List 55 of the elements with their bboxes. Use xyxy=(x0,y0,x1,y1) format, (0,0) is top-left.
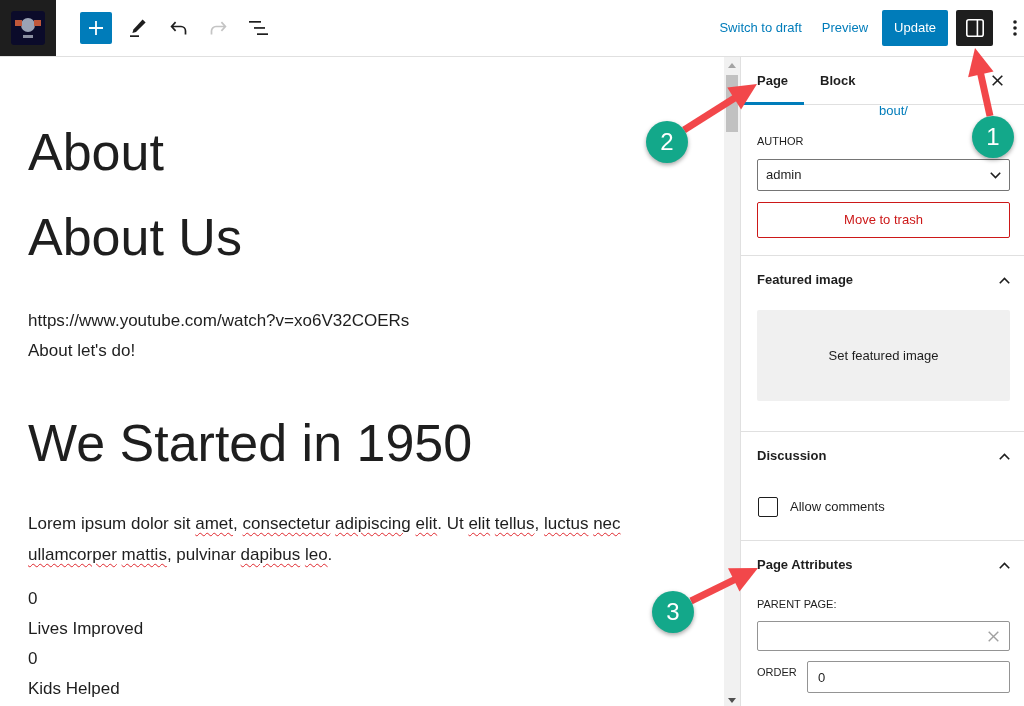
sidebar-tab[interactable]: Page xyxy=(741,57,805,105)
parent-page-label: PARENT PAGE: xyxy=(757,598,837,611)
paragraph: Lorem ipsum dolor sit amet, consectetur adipiscing elit. Ut elit tellus, luctus nec ullamcorper mattis, pulvinar dapibus leo. xyxy=(28,513,622,566)
set-featured-image-button[interactable]: Set featured image xyxy=(757,310,1010,401)
text-line: About let's do! xyxy=(28,340,136,362)
switch-to-draft-button[interactable]: Switch to draft xyxy=(709,10,812,46)
panel-toggle[interactable]: Discussion xyxy=(741,432,1024,480)
text-line: 0 xyxy=(28,588,38,610)
step-number-badge: 3 xyxy=(652,591,694,633)
order-input[interactable]: 0 xyxy=(807,661,1010,693)
text-line: https://www.youtube.com/watch?v=xo6V32COERs xyxy=(28,310,410,332)
update-button[interactable]: Update xyxy=(882,10,948,46)
allow-comments-label[interactable]: Allow comments xyxy=(790,497,885,517)
callout-arrow xyxy=(968,48,994,117)
step-number-badge: 1 xyxy=(972,116,1014,158)
panel-toggle[interactable]: Featured image xyxy=(741,256,1024,304)
site-icon-link[interactable] xyxy=(0,0,56,56)
page-heading: About xyxy=(28,123,164,181)
chevron-up-icon xyxy=(999,276,1010,284)
chevron-up-icon xyxy=(999,561,1010,569)
permalink-link[interactable]: bout/ xyxy=(879,103,908,119)
allow-comments-checkbox[interactable] xyxy=(758,497,778,517)
step-number-badge: 2 xyxy=(646,121,688,163)
page-heading: About Us xyxy=(28,208,242,266)
sidebar-tab[interactable]: Block xyxy=(804,57,872,105)
author-select[interactable]: admin xyxy=(757,159,1010,191)
page-heading: We Started in 1950 xyxy=(28,414,473,472)
callout-arrow xyxy=(689,568,758,605)
move-to-trash-button[interactable]: Move to trash xyxy=(757,202,1010,238)
text-line: 0 xyxy=(28,648,38,670)
sidebar-panel-icon xyxy=(965,19,984,37)
pen-icon xyxy=(130,19,146,37)
text-line: Kids Helped xyxy=(28,678,120,700)
scroll-bar[interactable] xyxy=(724,57,740,706)
undo-icon xyxy=(169,21,187,35)
scroll-up-arrow-icon xyxy=(728,63,736,68)
chevron-up-icon xyxy=(999,452,1010,460)
list-view-icon xyxy=(248,21,268,35)
scroll-down-arrow-icon xyxy=(728,698,736,703)
preview-button[interactable]: Preview xyxy=(811,10,879,46)
order-label: ORDER xyxy=(757,665,797,679)
site-logo-icon xyxy=(11,11,45,45)
redo-icon xyxy=(209,21,227,35)
close-icon xyxy=(992,75,1003,86)
close-button[interactable] xyxy=(991,74,1004,87)
plus-icon xyxy=(89,21,103,35)
text-line: Lives Improved xyxy=(28,618,144,640)
parent-page-field[interactable] xyxy=(757,621,1010,651)
chevron-down-icon xyxy=(990,171,1001,179)
settings-button[interactable] xyxy=(956,10,993,46)
author-label: AUTHOR xyxy=(757,135,804,148)
add-block-button[interactable] xyxy=(80,12,112,44)
clear-icon xyxy=(988,630,999,642)
panel-toggle[interactable]: Page Attributes xyxy=(741,541,1024,589)
more-options-icon xyxy=(1013,20,1017,36)
